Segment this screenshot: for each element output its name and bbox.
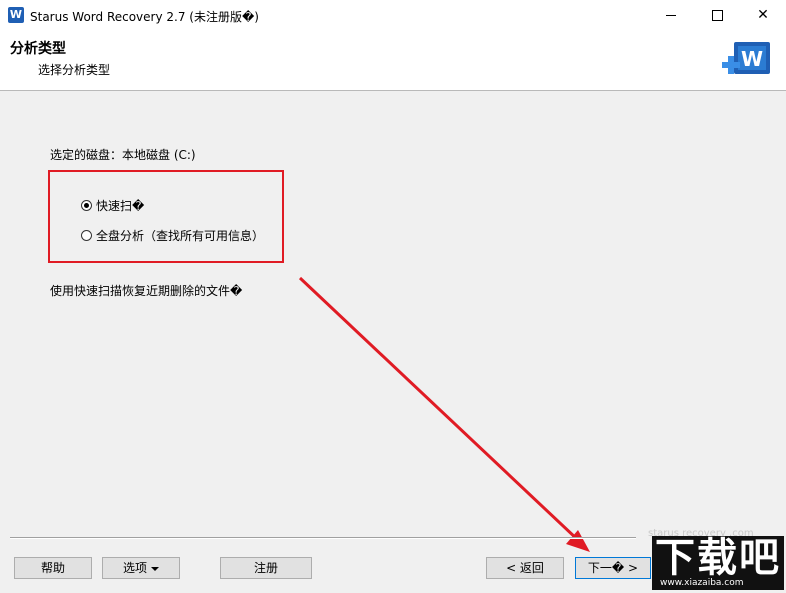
next-button[interactable]: 下一� > xyxy=(575,557,651,579)
svg-text:W: W xyxy=(741,47,763,71)
help-button[interactable]: 帮助 xyxy=(14,557,92,579)
radio-full-analysis-label: 全盘分析（查找所有可用信息） xyxy=(96,229,265,243)
page-subtitle: 选择分析类型 xyxy=(38,63,111,77)
maximize-icon[interactable] xyxy=(694,0,740,30)
word-logo-icon: W xyxy=(722,42,770,74)
caret-down-icon xyxy=(151,566,159,571)
footer-divider xyxy=(10,537,636,539)
title-bar[interactable]: W Starus Word Recovery 2.7 (未注册版�) ✕ xyxy=(0,0,786,30)
minimize-icon[interactable] xyxy=(648,0,694,30)
page-title: 分析类型 xyxy=(10,41,66,57)
radio-quick-scan[interactable]: 快速扫� xyxy=(81,197,144,214)
annotation-highlight-box xyxy=(48,170,284,263)
app-icon: W xyxy=(8,7,24,23)
app-window: W Starus Word Recovery 2.7 (未注册版�) ✕ 分析类… xyxy=(0,0,786,593)
radio-full-analysis[interactable]: 全盘分析（查找所有可用信息） xyxy=(81,227,264,244)
radio-checked-icon[interactable] xyxy=(81,200,92,211)
close-icon[interactable]: ✕ xyxy=(740,0,786,30)
option-description: 使用快速扫描恢复近期删除的文件� xyxy=(50,284,243,298)
selected-disk-label: 选定的磁盘：本地磁盘 (C:) xyxy=(50,148,196,162)
radio-unchecked-icon[interactable] xyxy=(81,230,92,241)
options-button-label: 选项 xyxy=(122,561,147,575)
back-button[interactable]: < 返回 xyxy=(486,557,564,579)
options-button[interactable]: 选项 xyxy=(102,557,180,579)
wizard-header: 分析类型 选择分析类型 W xyxy=(0,30,786,91)
radio-quick-scan-label: 快速扫� xyxy=(96,199,145,213)
register-button[interactable]: 注册 xyxy=(220,557,312,579)
window-title: Starus Word Recovery 2.7 (未注册版�) xyxy=(30,10,259,24)
watermark-url: www.xiazaiba.com xyxy=(660,578,744,588)
